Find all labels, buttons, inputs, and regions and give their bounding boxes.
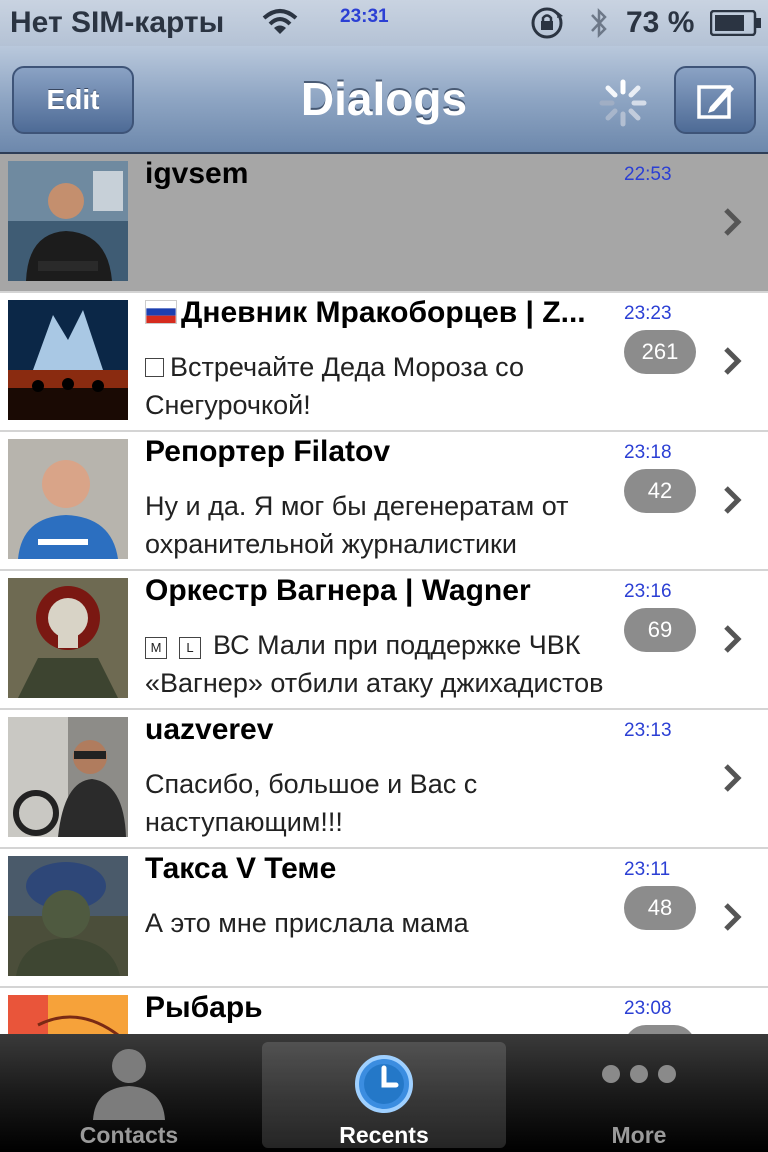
unread-badge: 48 xyxy=(624,886,696,930)
tag-icon: L xyxy=(179,637,201,659)
dialog-name: uazverev xyxy=(145,713,274,746)
unread-badge xyxy=(624,1025,696,1034)
square-icon xyxy=(145,358,164,377)
dialog-list: igvsem 22:53 Дневник Мракоборцев | Z... … xyxy=(0,154,768,1034)
avatar xyxy=(8,717,128,837)
unread-badge: 261 xyxy=(624,330,696,374)
dialog-row[interactable]: Оркестр Вагнера | Wagner 23:16 M L ВС Мали… xyxy=(0,571,768,710)
dialog-time: 23:13 xyxy=(624,720,672,741)
activity-spinner-icon xyxy=(599,79,647,127)
dialog-row[interactable]: Дневник Мракоборцев | Z... 23:23 Встреча… xyxy=(0,293,768,432)
tab-label: Recents xyxy=(339,1122,429,1148)
dialog-name: Такса V Теме xyxy=(145,852,337,885)
tab-label: More xyxy=(611,1122,667,1148)
chevron-right-icon xyxy=(724,625,742,653)
carrier-label: Нет SIM-карты xyxy=(10,6,225,39)
tab-bar: Contacts Recents More xyxy=(0,1034,768,1152)
unread-badge: 69 xyxy=(624,608,696,652)
dialog-name: Репортер Filatov xyxy=(145,435,391,468)
chevron-right-icon xyxy=(724,764,742,792)
compose-icon xyxy=(697,85,734,119)
person-icon xyxy=(93,1049,165,1120)
dialog-name: Рыбарь xyxy=(145,991,263,1024)
page-title: Dialogs xyxy=(300,73,468,125)
dialog-preview: M L ВС Мали при поддержке ЧВК «Вагнер» отб… xyxy=(145,630,604,698)
avatar xyxy=(8,161,128,281)
bluetooth-icon xyxy=(591,7,607,39)
dialog-time: 23:11 xyxy=(624,859,671,880)
dialog-time: 23:18 xyxy=(624,442,672,463)
tab-contacts[interactable]: Contacts xyxy=(4,1034,254,1152)
dialog-name: igvsem xyxy=(145,157,249,190)
dialog-preview: Встречайте Деда Мороза со Снегурочкой! xyxy=(145,352,524,420)
tab-label: Contacts xyxy=(79,1122,179,1148)
navigation-bar: Edit Dialogs xyxy=(0,46,768,154)
avatar xyxy=(8,300,128,420)
tag-icon: M xyxy=(145,637,167,659)
avatar xyxy=(8,995,128,1034)
dialog-row[interactable]: uazverev 23:13 Спасибо, большое и Вас с … xyxy=(0,710,768,849)
more-dots-icon xyxy=(602,1065,676,1083)
dialog-time: 23:16 xyxy=(624,581,672,602)
dialog-preview: Ну и да. Я мог бы дегенератам от охранит… xyxy=(145,491,569,559)
battery-icon xyxy=(710,10,761,36)
compose-button[interactable] xyxy=(674,66,756,134)
dialog-time: 22:53 xyxy=(624,164,672,185)
tab-recents[interactable]: Recents xyxy=(262,1042,506,1148)
chevron-right-icon xyxy=(724,486,742,514)
clock-label: 23:31 xyxy=(340,6,389,27)
chevron-right-icon xyxy=(724,347,742,375)
rotation-lock-icon xyxy=(531,7,563,39)
dialog-name: Дневник Мракоборцев | Z... xyxy=(145,296,619,330)
avatar xyxy=(8,578,128,698)
tab-more[interactable]: More xyxy=(514,1034,764,1152)
russian-flag-icon xyxy=(145,300,177,324)
dialog-name-text: Дневник Мракоборцев | Z... xyxy=(181,296,586,329)
dialog-preview: Спасибо, большое и Вас с наступающим!!! xyxy=(145,769,478,837)
wifi-icon xyxy=(262,9,298,34)
avatar xyxy=(8,856,128,976)
dialog-time: 23:08 xyxy=(624,998,672,1019)
avatar xyxy=(8,439,128,559)
chevron-right-icon xyxy=(724,903,742,931)
dialog-name: Оркестр Вагнера | Wagner xyxy=(145,574,531,607)
dialog-row[interactable]: Такса V Теме 23:11 А это мне прислала ма… xyxy=(0,849,768,988)
status-bar: Нет SIM-карты 23:31 73 % xyxy=(0,0,768,46)
unread-badge: 42 xyxy=(624,469,696,513)
battery-percent: 73 % xyxy=(626,6,695,39)
dialog-time: 23:23 xyxy=(624,303,672,324)
chevron-right-icon xyxy=(724,208,742,236)
dialog-preview: А это мне прислала мама xyxy=(145,908,469,938)
dialog-row[interactable]: Репортер Filatov 23:18 Ну и да. Я мог бы… xyxy=(0,432,768,571)
dialog-row-igvsem[interactable]: igvsem 22:53 xyxy=(0,154,768,293)
dialog-row[interactable]: Рыбарь 23:08 xyxy=(0,988,768,1034)
clock-icon xyxy=(355,1055,413,1113)
